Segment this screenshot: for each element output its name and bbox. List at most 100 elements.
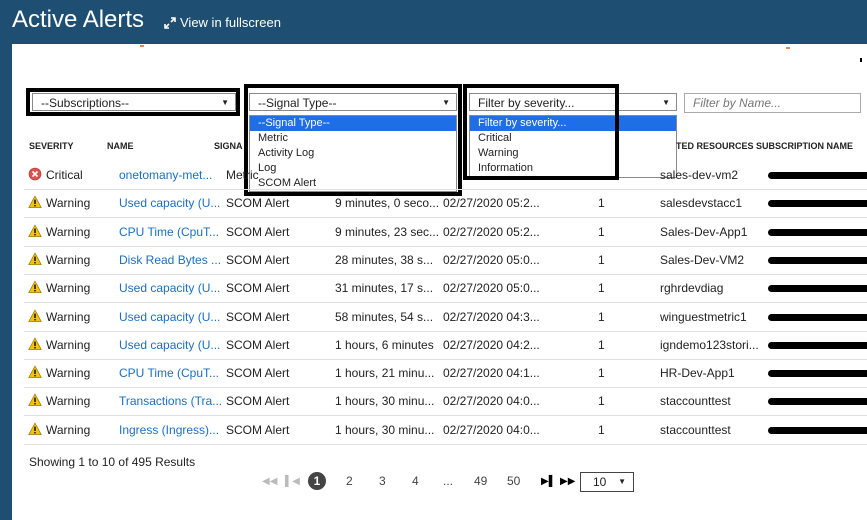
resource-cell: Sales-Dev-App1 [660, 224, 748, 239]
header-subscription[interactable]: SUBSCRIPTION NAME [756, 141, 853, 151]
subscription-redacted [768, 285, 867, 293]
fired-time-cell: 02/27/2020 04:3... [443, 309, 540, 324]
page-title: Active Alerts [12, 6, 145, 33]
table-row[interactable]: Warning Used capacity (U... SCOM Alert 58 m… [24, 303, 867, 332]
signal-type-cell: SCOM Alert [226, 309, 290, 324]
header-resources[interactable]: TED RESOURCES [676, 141, 754, 151]
warning-icon [28, 195, 42, 209]
warning-icon [28, 308, 42, 322]
page-link[interactable]: 3 [379, 474, 386, 488]
resource-cell: staccounttest [660, 422, 731, 437]
table-row[interactable]: Warning Used capacity (U... SCOM Alert 9 mi… [24, 189, 867, 219]
count-cell: 1 [598, 309, 605, 324]
alert-name-link[interactable]: CPU Time (CpuT... [119, 225, 219, 239]
duration-cell: 58 minutes, 54 s... [335, 309, 434, 324]
fired-time-cell: 02/27/2020 05:0... [443, 252, 540, 267]
page-size-value: 10 [593, 475, 607, 489]
subscription-redacted [768, 370, 867, 378]
count-cell: 1 [598, 337, 605, 352]
first-page-icon[interactable]: ◀◀ [262, 476, 277, 487]
warning-icon [28, 393, 42, 407]
fired-time-cell: 02/27/2020 05:2... [443, 196, 540, 211]
severity-cell: Warning [46, 394, 91, 409]
table-row[interactable]: Warning Used capacity (U... SCOM Alert 31 m… [24, 274, 867, 304]
signal-type-cell: SCOM Alert [226, 281, 290, 296]
signal-option-activity-log[interactable]: Activity Log [250, 146, 456, 161]
severity-cell: Warning [46, 422, 91, 437]
subscriptions-dropdown[interactable]: --Subscriptions-- ▼ [32, 93, 236, 111]
page-ellipsis: ... [443, 474, 454, 488]
table-row[interactable]: Warning Used capacity (U... SCOM Alert 1 ho… [24, 331, 867, 360]
header-name[interactable]: NAME [107, 141, 134, 151]
alert-name-link[interactable]: Used capacity (U... [119, 338, 220, 352]
page-link[interactable]: 49 [474, 474, 487, 488]
table-row[interactable]: Warning Transactions (Tra... SCOM Alert 1 h… [24, 387, 867, 417]
warning-icon [28, 280, 42, 294]
signal-type-cell: SCOM Alert [226, 366, 290, 381]
table-row[interactable]: Warning Ingress (Ingress)... SCOM Alert 1 h… [24, 416, 867, 445]
expand-icon [164, 16, 176, 29]
warning-icon [28, 422, 42, 435]
last-page-icon[interactable]: ▶▶ [560, 476, 575, 487]
page-current[interactable]: 1 [308, 472, 326, 490]
duration-cell: 9 minutes, 0 seco... [335, 196, 440, 211]
alert-name-link[interactable]: Used capacity (U... [119, 310, 220, 324]
signal-option-all[interactable]: --Signal Type-- [250, 116, 456, 131]
prev-page-icon[interactable]: ▌◀ [285, 476, 300, 487]
name-filter-input[interactable] [684, 93, 861, 113]
resource-cell: HR-Dev-App1 [660, 366, 735, 381]
alert-name-link[interactable]: Transactions (Tra... [119, 394, 222, 408]
alert-name-link[interactable]: Ingress (Ingress)... [119, 423, 219, 437]
count-cell: 1 [598, 422, 605, 437]
fired-time-cell: 02/27/2020 04:0... [443, 394, 540, 409]
severity-cell: Warning [46, 281, 91, 296]
table-row[interactable]: Warning CPU Time (CpuT... SCOM Alert 9 minu… [24, 218, 867, 247]
count-cell: 1 [598, 281, 605, 296]
signal-option-metric[interactable]: Metric [250, 131, 456, 146]
subscription-redacted [768, 256, 867, 264]
signal-type-cell: SCOM Alert [226, 252, 290, 267]
alert-name-link[interactable]: CPU Time (CpuT... [119, 366, 219, 380]
header-severity[interactable]: SEVERITY [29, 141, 74, 151]
table-row[interactable]: Critical onetomany-met... Metric sales-dev-… [24, 161, 867, 190]
resource-cell: staccounttest [660, 394, 731, 409]
severity-cell: Warning [46, 252, 91, 267]
view-fullscreen-link[interactable]: View in fullscreen [164, 15, 281, 30]
alert-name-link[interactable]: Used capacity (U... [119, 196, 220, 210]
warning-icon [28, 223, 42, 237]
severity-cell: Warning [46, 196, 91, 211]
signal-type-cell: Metric [226, 168, 259, 182]
severity-cell: Warning [46, 366, 91, 381]
decor-tick [786, 47, 790, 49]
count-cell: 1 [598, 366, 605, 381]
page-link[interactable]: 50 [507, 474, 520, 488]
severity-cell: Warning [46, 224, 91, 239]
fired-time-cell: 02/27/2020 04:0... [443, 422, 540, 437]
subscription-redacted [768, 228, 867, 236]
alerts-panel: --Subscriptions-- ▼ --Signal Type-- ▼ --… [12, 44, 867, 520]
fired-time-cell: 02/27/2020 05:2... [443, 224, 540, 239]
page-link[interactable]: 4 [412, 474, 419, 488]
duration-cell: 28 minutes, 38 s... [335, 252, 434, 267]
signal-type-dropdown[interactable]: --Signal Type-- ▼ [249, 93, 457, 111]
duration-cell: 1 hours, 21 minu... [335, 366, 435, 381]
page-link[interactable]: 2 [346, 474, 353, 488]
table-row[interactable]: Warning Disk Read Bytes ... SCOM Alert 28 m… [24, 246, 867, 275]
next-page-icon[interactable]: ▶▌ [541, 476, 556, 487]
warning-icon [28, 365, 42, 378]
header-bar: Active Alerts View in fullscreen [0, 0, 867, 44]
subscription-redacted [768, 426, 867, 434]
header-signal[interactable]: SIGNA [214, 141, 243, 151]
subscription-redacted [768, 313, 867, 321]
alert-name-link[interactable]: Disk Read Bytes ... [119, 253, 221, 267]
subscription-redacted [768, 200, 867, 208]
signal-type-cell: SCOM Alert [226, 196, 290, 211]
warning-icon [28, 337, 42, 350]
duration-cell: 31 minutes, 17 s... [335, 281, 434, 296]
alert-name-link[interactable]: onetomany-met... [119, 168, 212, 182]
alert-name-link[interactable]: Used capacity (U... [119, 281, 220, 295]
results-summary: Showing 1 to 10 of 495 Results [29, 455, 196, 469]
table-row[interactable]: Warning CPU Time (CpuT... SCOM Alert 1 hour… [24, 359, 867, 389]
signal-type-cell: SCOM Alert [226, 394, 290, 409]
page-size-select[interactable]: 10 ▼ [580, 472, 634, 492]
